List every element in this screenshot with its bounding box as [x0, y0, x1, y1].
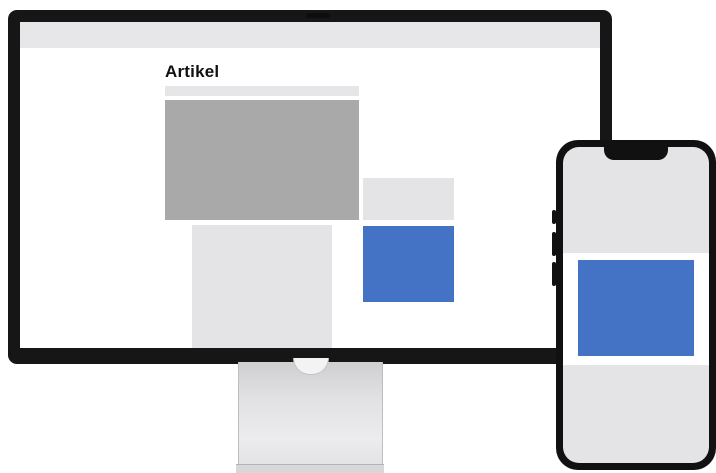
- article-body-placeholder: [192, 225, 332, 348]
- browser-top-bar: [20, 22, 600, 48]
- sidebar-placeholder: [363, 178, 454, 220]
- article-title: Artikel: [165, 62, 220, 81]
- article-hero-image-placeholder: [165, 100, 359, 220]
- phone-highlight-block: [578, 260, 694, 356]
- phone-screen: [563, 147, 709, 463]
- monitor-camera: [306, 13, 330, 18]
- monitor-screen: Artikel: [20, 22, 600, 348]
- article-subtitle-placeholder: [165, 86, 359, 96]
- monitor-stand: [238, 362, 383, 472]
- highlight-block: [363, 226, 454, 302]
- phone-notch: [604, 147, 668, 160]
